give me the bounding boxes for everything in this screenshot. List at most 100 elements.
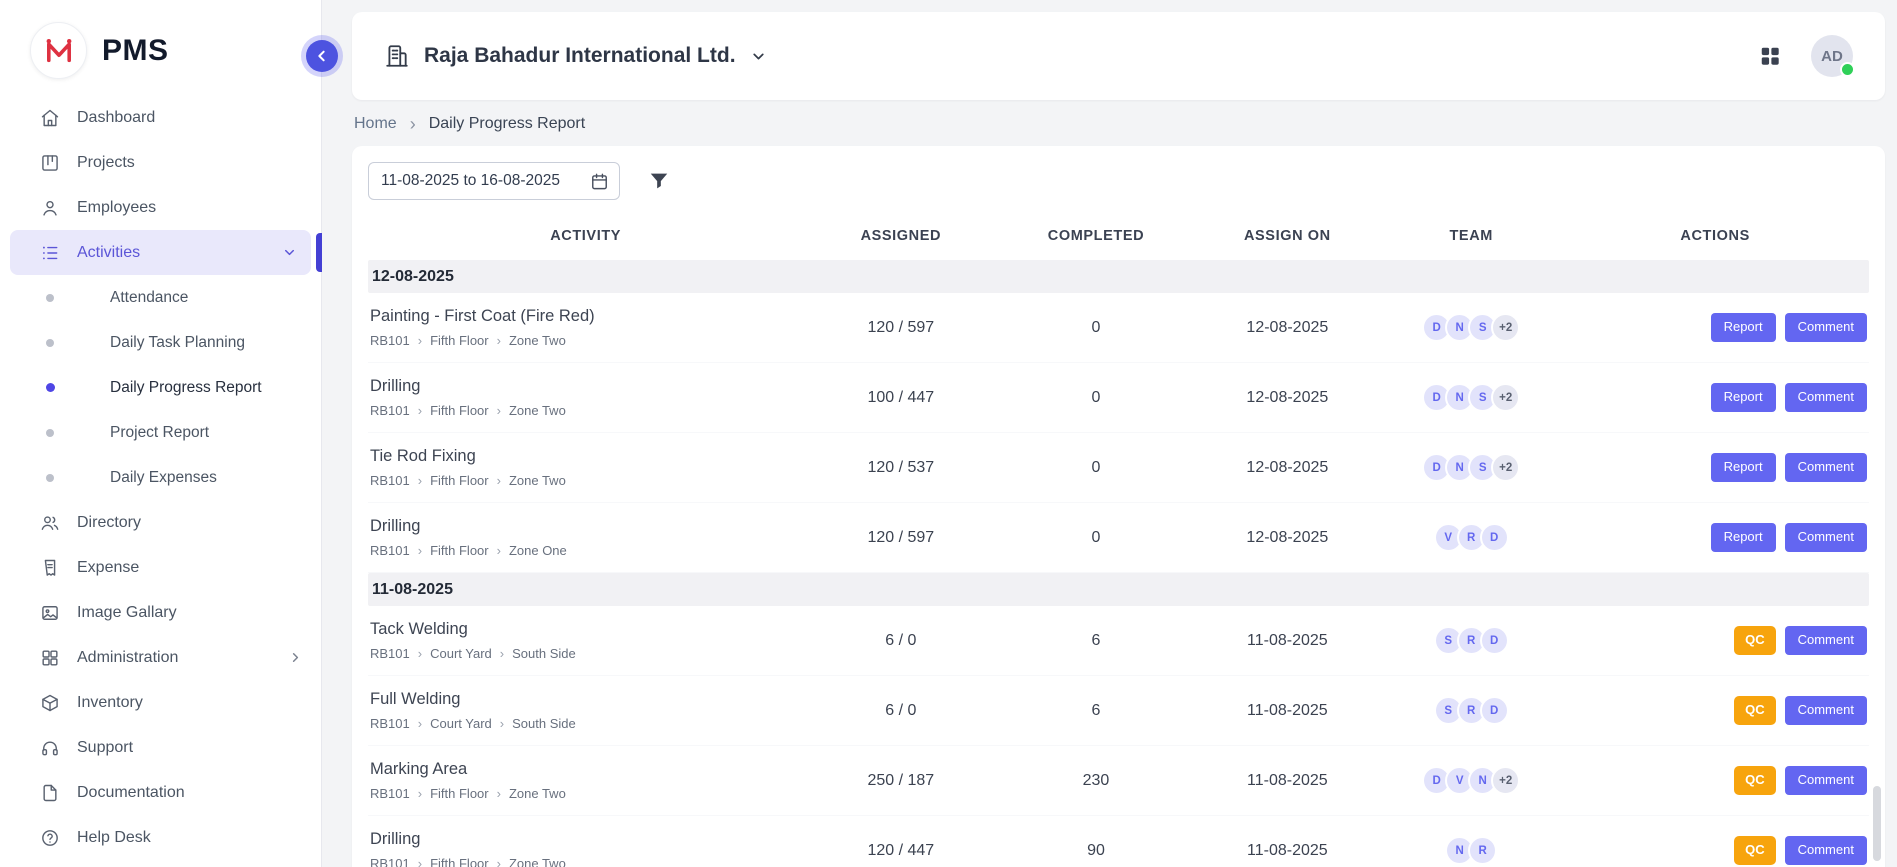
qc-button[interactable]: QC bbox=[1734, 836, 1776, 864]
team-avatars: D N S +2 bbox=[1381, 313, 1561, 342]
date-range-value: 11-08-2025 to 16-08-2025 bbox=[381, 172, 560, 190]
vertical-scrollbar[interactable] bbox=[1873, 786, 1881, 861]
sidebar-item-directory[interactable]: Directory bbox=[0, 500, 321, 545]
apps-grid-icon[interactable] bbox=[1759, 45, 1781, 67]
qc-button[interactable]: QC bbox=[1734, 766, 1776, 794]
chevron-right-icon: › bbox=[418, 474, 422, 487]
assign-on-date: 12-08-2025 bbox=[1194, 389, 1382, 407]
sidebar-item-employees[interactable]: Employees bbox=[0, 185, 321, 230]
team-avatar[interactable]: D bbox=[1480, 523, 1509, 552]
comment-button[interactable]: Comment bbox=[1785, 523, 1867, 551]
online-status-dot bbox=[1840, 62, 1855, 77]
activity-title: Tack Welding bbox=[370, 620, 803, 639]
document-icon bbox=[40, 783, 60, 803]
sidebar-subitem-daily-progress-report[interactable]: Daily Progress Report bbox=[0, 365, 321, 410]
sidebar-item-dashboard[interactable]: Dashboard bbox=[0, 95, 321, 140]
chevron-right-icon: › bbox=[418, 544, 422, 557]
report-button[interactable]: Report bbox=[1711, 383, 1776, 411]
home-icon bbox=[40, 108, 60, 128]
path-segment: RB101 bbox=[370, 716, 410, 731]
sidebar-item-administration[interactable]: Administration bbox=[0, 635, 321, 680]
headset-icon bbox=[40, 738, 60, 758]
user-avatar[interactable]: AD bbox=[1811, 35, 1853, 77]
path-segment: Fifth Floor bbox=[430, 403, 489, 418]
path-segment: Fifth Floor bbox=[430, 543, 489, 558]
chevron-right-icon: › bbox=[497, 857, 501, 867]
sidebar-subitem-daily-expenses[interactable]: Daily Expenses bbox=[0, 455, 321, 500]
sidebar-subitem-attendance[interactable]: Attendance bbox=[0, 275, 321, 320]
qc-button[interactable]: QC bbox=[1734, 626, 1776, 654]
chevron-right-icon: › bbox=[497, 404, 501, 417]
path-segment: South Side bbox=[512, 646, 576, 661]
logo-icon bbox=[30, 22, 87, 79]
sidebar-item-projects[interactable]: Projects bbox=[0, 140, 321, 185]
comment-button[interactable]: Comment bbox=[1785, 766, 1867, 794]
team-avatar[interactable]: R bbox=[1468, 836, 1497, 865]
activity-location-path: RB101› Fifth Floor› Zone Two bbox=[370, 473, 803, 488]
team-avatar-more[interactable]: +2 bbox=[1491, 383, 1520, 412]
comment-button[interactable]: Comment bbox=[1785, 626, 1867, 654]
table-row: Tack Welding RB101› Court Yard› South Si… bbox=[368, 606, 1869, 676]
path-segment: Fifth Floor bbox=[430, 786, 489, 801]
breadcrumb: Home › Daily Progress Report bbox=[354, 115, 1883, 133]
sidebar-item-documentation[interactable]: Documentation bbox=[0, 770, 321, 815]
team-avatar[interactable]: D bbox=[1480, 696, 1509, 725]
comment-button[interactable]: Comment bbox=[1785, 696, 1867, 724]
path-segment: Zone Two bbox=[509, 856, 566, 867]
activity-location-path: RB101› Fifth Floor› Zone One bbox=[370, 543, 803, 558]
team-avatar-more[interactable]: +2 bbox=[1491, 313, 1520, 342]
comment-button[interactable]: Comment bbox=[1785, 836, 1867, 864]
team-avatar-more[interactable]: +2 bbox=[1491, 453, 1520, 482]
report-button[interactable]: Report bbox=[1711, 523, 1776, 551]
table-header-row: ACTIVITY ASSIGNED COMPLETED ASSIGN ON TE… bbox=[368, 212, 1869, 260]
sidebar-item-image-gallery[interactable]: Image Gallary bbox=[0, 590, 321, 635]
completed-value: 90 bbox=[998, 842, 1193, 860]
sidebar-item-expense[interactable]: Expense bbox=[0, 545, 321, 590]
chevron-right-icon: › bbox=[497, 474, 501, 487]
sidebar-subitem-label: Attendance bbox=[110, 289, 188, 307]
team-avatar[interactable]: D bbox=[1480, 626, 1509, 655]
comment-button[interactable]: Comment bbox=[1785, 383, 1867, 411]
team-avatars: S R D bbox=[1381, 696, 1561, 725]
sidebar-subitem-project-report[interactable]: Project Report bbox=[0, 410, 321, 455]
activity-title: Drilling bbox=[370, 830, 803, 849]
column-header-completed: COMPLETED bbox=[998, 228, 1193, 244]
activity-location-path: RB101› Fifth Floor› Zone Two bbox=[370, 403, 803, 418]
activity-location-path: RB101› Fifth Floor› Zone Two bbox=[370, 333, 803, 348]
team-avatar-more[interactable]: +2 bbox=[1491, 766, 1520, 795]
date-range-input[interactable]: 11-08-2025 to 16-08-2025 bbox=[368, 162, 620, 200]
activities-list-icon bbox=[40, 243, 60, 263]
qc-button[interactable]: QC bbox=[1734, 696, 1776, 724]
sidebar-collapse-button[interactable] bbox=[306, 40, 338, 72]
chevron-right-icon: › bbox=[497, 334, 501, 347]
path-segment: Zone Two bbox=[509, 403, 566, 418]
path-segment: Fifth Floor bbox=[430, 473, 489, 488]
filter-row: 11-08-2025 to 16-08-2025 bbox=[368, 162, 1869, 200]
comment-button[interactable]: Comment bbox=[1785, 313, 1867, 341]
path-segment: RB101 bbox=[370, 473, 410, 488]
completed-value: 0 bbox=[998, 319, 1193, 337]
company-selector[interactable]: Raja Bahadur International Ltd. bbox=[384, 43, 767, 69]
bullet-icon bbox=[46, 339, 54, 347]
assign-on-date: 11-08-2025 bbox=[1194, 772, 1382, 790]
chevron-right-icon: › bbox=[500, 647, 504, 660]
sidebar-item-help-desk[interactable]: Help Desk bbox=[0, 815, 321, 860]
sidebar-item-inventory[interactable]: Inventory bbox=[0, 680, 321, 725]
assigned-value: 120 / 597 bbox=[803, 529, 998, 547]
breadcrumb-home-link[interactable]: Home bbox=[354, 115, 397, 133]
team-avatars: D N S +2 bbox=[1381, 383, 1561, 412]
sidebar-item-label: Employees bbox=[77, 199, 156, 217]
chevron-right-icon: › bbox=[418, 404, 422, 417]
sidebar-item-activities[interactable]: Activities bbox=[10, 230, 311, 275]
table-row: Drilling RB101› Fifth Floor› Zone Two 10… bbox=[368, 363, 1869, 433]
report-button[interactable]: Report bbox=[1711, 313, 1776, 341]
sidebar-item-label: Support bbox=[77, 739, 133, 757]
image-icon bbox=[40, 603, 60, 623]
activity-location-path: RB101› Court Yard› South Side bbox=[370, 716, 803, 731]
filter-funnel-icon[interactable] bbox=[648, 170, 670, 192]
sidebar-item-support[interactable]: Support bbox=[0, 725, 321, 770]
report-button[interactable]: Report bbox=[1711, 453, 1776, 481]
comment-button[interactable]: Comment bbox=[1785, 453, 1867, 481]
sidebar-subitem-daily-task-planning[interactable]: Daily Task Planning bbox=[0, 320, 321, 365]
projects-icon bbox=[40, 153, 60, 173]
